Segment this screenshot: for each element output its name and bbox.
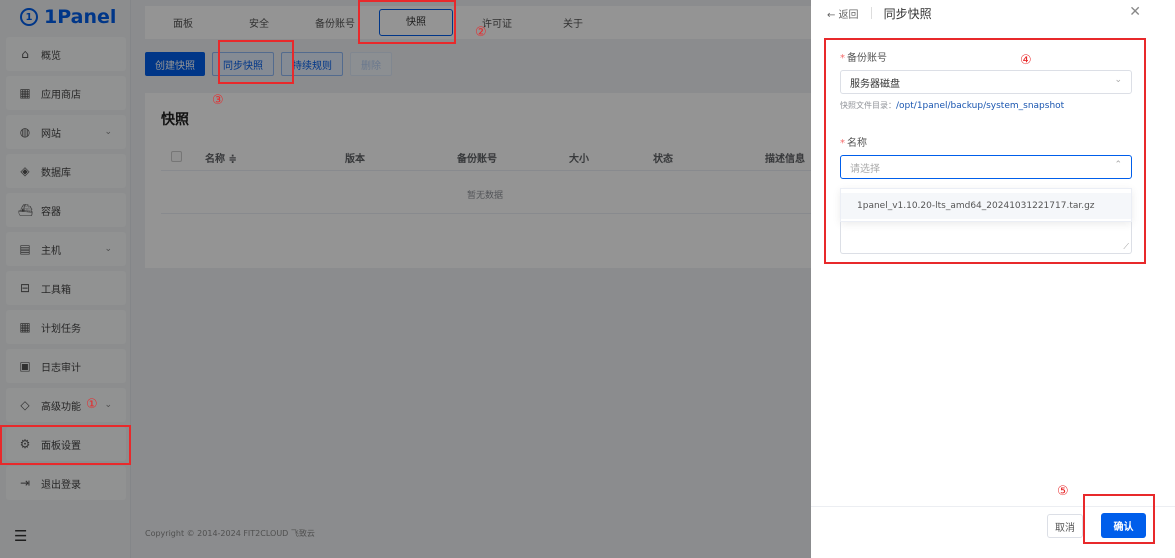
divider (870, 7, 872, 19)
close-icon[interactable]: ✕ (1129, 4, 1141, 20)
annotation-2: ② (475, 25, 487, 40)
highlight-confirm (1083, 494, 1155, 544)
highlight-sync-button (218, 40, 294, 84)
annotation-1: ① (86, 397, 98, 412)
cancel-button[interactable]: 取消 (1047, 514, 1083, 538)
highlight-snapshot-tab (358, 0, 456, 44)
annotation-3: ③ (212, 93, 224, 108)
annotation-5: ⑤ (1057, 484, 1069, 499)
back-link[interactable]: ← 返回 (827, 6, 859, 21)
modal-overlay[interactable] (0, 0, 811, 558)
highlight-form (824, 38, 1146, 264)
drawer-header: ← 返回 同步快照 (811, 0, 1175, 26)
annotation-4: ④ (1020, 53, 1032, 68)
drawer-title: 同步快照 (883, 6, 932, 21)
highlight-settings (0, 425, 131, 465)
